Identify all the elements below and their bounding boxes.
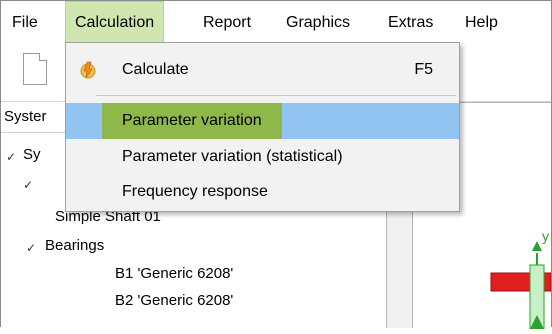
parameter-variation-statistical-label: Parameter variation (statistical): [122, 148, 343, 165]
menu-item-calculate[interactable]: Calculate F5: [66, 53, 459, 89]
menu-item-parameter-variation-statistical[interactable]: Parameter variation (statistical): [66, 140, 459, 176]
calculation-menu-dropdown: Calculate F5 Parameter variation Paramet…: [65, 42, 460, 212]
menu-help[interactable]: Help: [456, 1, 507, 45]
frequency-response-label: Frequency response: [122, 183, 268, 200]
menu-file[interactable]: File: [3, 1, 47, 45]
axis-arrowhead-icon: [532, 241, 542, 251]
chevron-down-icon[interactable]: ✓: [23, 178, 33, 192]
menu-item-frequency-response[interactable]: Frequency response: [66, 175, 459, 211]
document-icon[interactable]: [23, 53, 47, 85]
calculate-icon: [80, 61, 96, 79]
tree-root[interactable]: Sy: [23, 146, 41, 163]
chevron-down-icon[interactable]: ✓: [6, 150, 16, 164]
chevron-down-icon[interactable]: ✓: [26, 241, 36, 255]
tree-bearings[interactable]: Bearings: [45, 237, 104, 254]
menu-extras[interactable]: Extras: [379, 1, 442, 45]
panel-title: Syster: [4, 108, 47, 125]
menu-bar: File Calculation Report Graphics Extras …: [1, 1, 551, 46]
menu-report[interactable]: Report: [194, 1, 260, 45]
menu-calculation[interactable]: Calculation: [65, 1, 165, 45]
menu-item-parameter-variation[interactable]: Parameter variation: [66, 103, 459, 139]
menu-graphics[interactable]: Graphics: [277, 1, 359, 45]
calculate-label: Calculate: [122, 61, 189, 78]
axis-label: y: [542, 228, 549, 244]
tree-bearing-b1[interactable]: B1 'Generic 6208': [115, 265, 233, 282]
tree-bearing-b2[interactable]: B2 'Generic 6208': [115, 292, 233, 309]
calculate-shortcut: F5: [414, 61, 433, 78]
parameter-variation-label: Parameter variation: [102, 103, 282, 139]
menu-separator: [96, 95, 456, 96]
